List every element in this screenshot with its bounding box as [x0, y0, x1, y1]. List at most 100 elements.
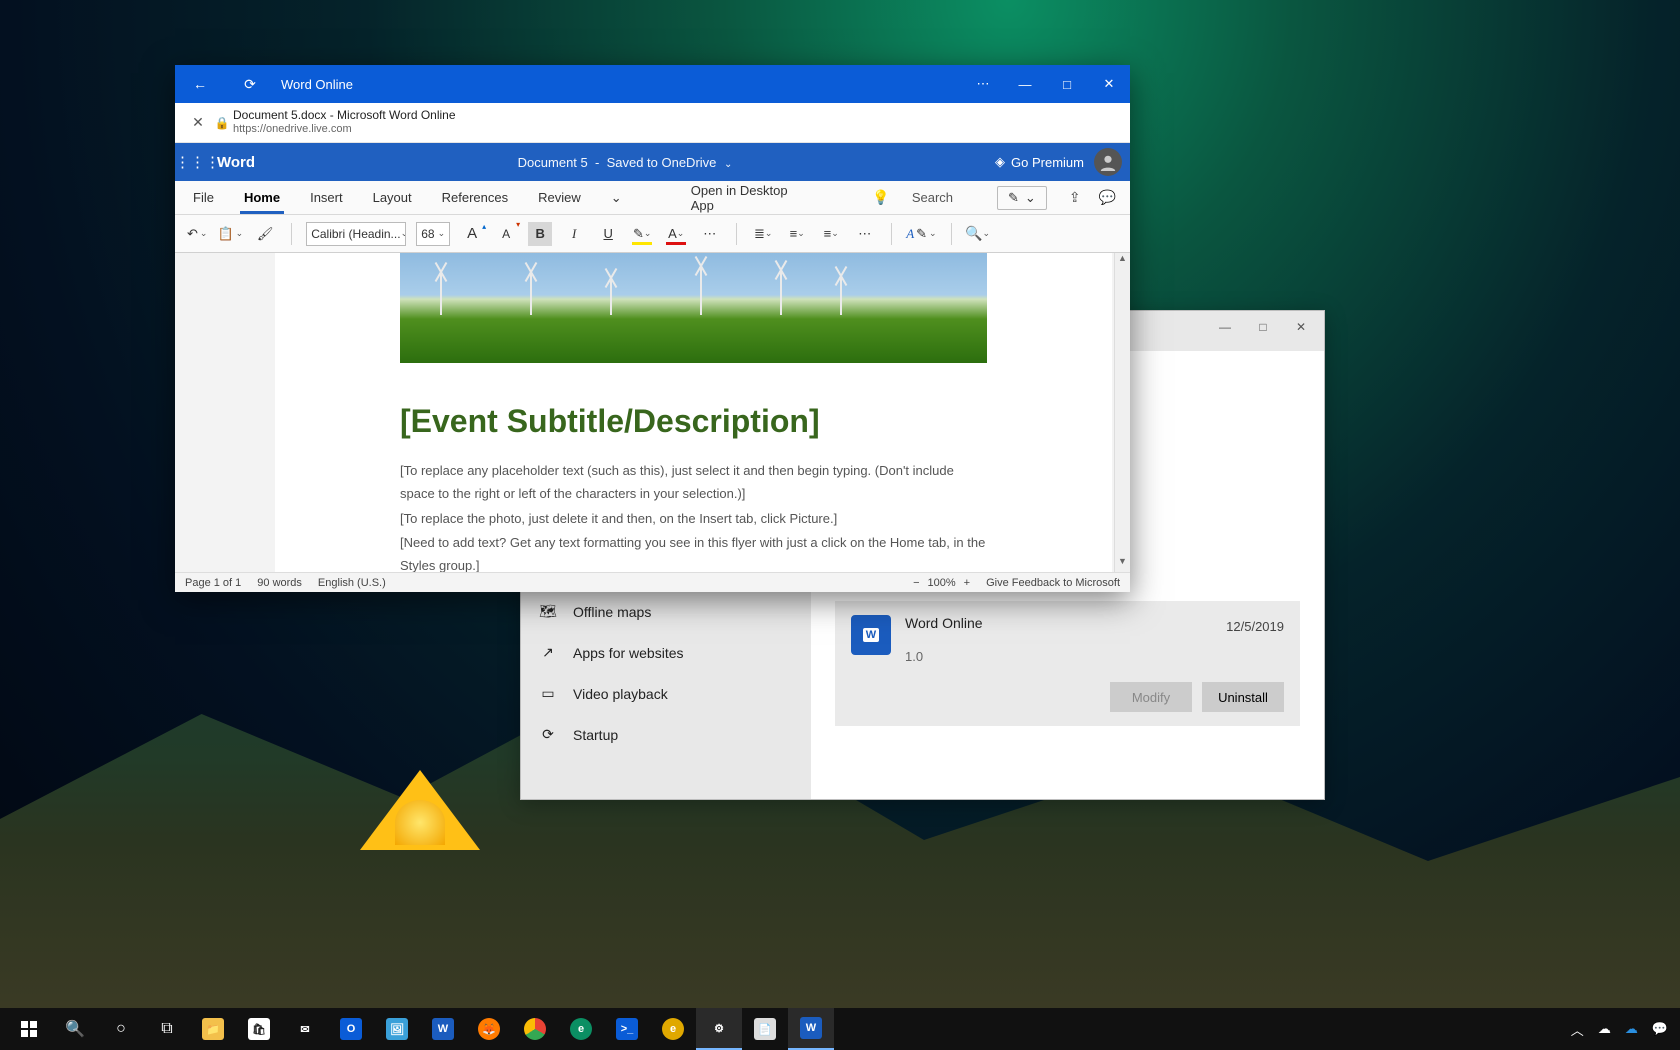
uninstall-button[interactable]: Uninstall	[1202, 682, 1284, 712]
taskbar-explorer[interactable]: 📁	[190, 1008, 236, 1050]
tray-onedrive-icon[interactable]: ☁	[1625, 1021, 1638, 1037]
grow-font-button[interactable]: A▴	[460, 222, 484, 246]
back-button[interactable]: ←	[175, 76, 225, 92]
vertical-scrollbar[interactable]: ▲ ▼	[1114, 253, 1130, 572]
app-launcher-icon[interactable]: ⋮⋮⋮	[175, 153, 213, 171]
tab-close-icon[interactable]: ✕	[185, 114, 211, 131]
font-color-button[interactable]: A⌄	[664, 222, 688, 246]
find-button[interactable]: 🔍⌄	[966, 222, 990, 246]
document-heading[interactable]: [Event Subtitle/Description]	[400, 403, 987, 440]
editing-mode-button[interactable]: ✎⌄	[997, 186, 1047, 210]
document-page[interactable]: [Event Subtitle/Description] [To replace…	[275, 253, 1112, 572]
more-button[interactable]: ⋯	[962, 76, 1004, 92]
document-paragraph[interactable]: [Need to add text? Get any text formatti…	[400, 532, 987, 572]
share-button[interactable]: ⇪	[1069, 189, 1081, 206]
taskbar-firefox[interactable]: 🦊	[466, 1008, 512, 1050]
tray-action-center-icon[interactable]: 💬	[1652, 1021, 1668, 1037]
font-name-select[interactable]: Calibri (Headin...⌄	[306, 222, 406, 246]
task-view-button[interactable]: ⧉	[144, 1008, 190, 1050]
ribbon-toolbar: ↶⌄ 📋⌄ 🖌 Calibri (Headin...⌄ 68⌄ A▴ A▾ B …	[175, 215, 1130, 253]
tab-review[interactable]: Review	[534, 181, 585, 214]
apps-websites-icon: ↗	[539, 644, 557, 661]
taskbar-outlook[interactable]: O	[328, 1008, 374, 1050]
zoom-in-button[interactable]: +	[964, 577, 970, 589]
paste-button[interactable]: 📋⌄	[217, 226, 243, 242]
search-button[interactable]: Search	[912, 190, 953, 205]
chevron-down-icon: ⌄	[724, 159, 732, 170]
settings-maximize-button[interactable]: □	[1244, 313, 1282, 341]
tab-layout[interactable]: Layout	[369, 181, 416, 214]
status-page[interactable]: Page 1 of 1	[185, 577, 241, 589]
sidebar-item-video-playback[interactable]: ▭ Video playback	[521, 673, 811, 714]
tab-insert[interactable]: Insert	[306, 181, 347, 214]
taskbar-mail[interactable]: ✉	[282, 1008, 328, 1050]
taskbar-notepad[interactable]: 📄	[742, 1008, 788, 1050]
page-url: https://onedrive.live.com	[233, 123, 456, 137]
sidebar-item-apps-for-websites[interactable]: ↗ Apps for websites	[521, 632, 811, 673]
word-app-bar: ⋮⋮⋮ Word Document 5 - Saved to OneDrive …	[175, 143, 1130, 181]
format-painter-button[interactable]: 🖌	[253, 222, 277, 246]
sidebar-item-label: Offline maps	[573, 604, 651, 620]
start-button[interactable]	[6, 1008, 52, 1050]
taskbar-settings[interactable]: ⚙	[696, 1008, 742, 1050]
search-button[interactable]: 🔍	[52, 1008, 98, 1050]
settings-close-button[interactable]: ✕	[1282, 313, 1320, 341]
settings-minimize-button[interactable]: —	[1206, 313, 1244, 341]
undo-button[interactable]: ↶⌄	[187, 226, 207, 242]
bold-button[interactable]: B	[528, 222, 552, 246]
taskbar-word[interactable]: W	[420, 1008, 466, 1050]
app-entry-word-online[interactable]: W Word Online 1.0 12/5/2019 Modify Unins…	[835, 601, 1300, 726]
refresh-button[interactable]: ⟳	[225, 76, 275, 93]
tab-more[interactable]: ⌄	[607, 181, 626, 214]
tab-home[interactable]: Home	[240, 181, 284, 214]
taskbar-word-online[interactable]: W	[788, 1008, 834, 1050]
shrink-font-button[interactable]: A▾	[494, 222, 518, 246]
status-words[interactable]: 90 words	[257, 577, 302, 589]
numbering-button[interactable]: ≡⌄	[785, 222, 809, 246]
taskbar-terminal[interactable]: >_	[604, 1008, 650, 1050]
open-desktop-button[interactable]: Open in Desktop App	[687, 181, 812, 214]
document-paragraph[interactable]: [To replace any placeholder text (such a…	[400, 460, 987, 506]
document-hero-image[interactable]	[400, 253, 987, 363]
user-avatar[interactable]	[1094, 148, 1122, 176]
scroll-down-icon[interactable]: ▼	[1115, 556, 1130, 572]
comments-button[interactable]: 💬	[1099, 189, 1116, 206]
document-title[interactable]: Document 5 - Saved to OneDrive ⌄	[255, 155, 995, 170]
cortana-button[interactable]: ○	[98, 1008, 144, 1050]
font-size-select[interactable]: 68⌄	[416, 222, 450, 246]
sidebar-item-offline-maps[interactable]: 🗺 Offline maps	[521, 591, 811, 632]
tray-overflow-icon[interactable]: ︿	[1571, 1020, 1584, 1039]
word-title-bar[interactable]: ← ⟳ Word Online ⋯ — □ ✕	[175, 65, 1130, 103]
italic-button[interactable]: I	[562, 222, 586, 246]
system-tray[interactable]: ︿ ☁ ☁ 💬	[1571, 1020, 1674, 1039]
taskbar-edge-canary[interactable]: e	[650, 1008, 696, 1050]
zoom-out-button[interactable]: −	[913, 577, 919, 589]
go-premium-button[interactable]: ◈ Go Premium	[995, 154, 1084, 170]
document-canvas[interactable]: [Event Subtitle/Description] [To replace…	[175, 253, 1130, 572]
document-paragraph[interactable]: [To replace the photo, just delete it an…	[400, 508, 987, 531]
tray-onedrive-icon[interactable]: ☁	[1598, 1021, 1611, 1037]
styles-button[interactable]: A✎⌄	[906, 226, 936, 242]
taskbar-photos[interactable]: 🖼	[374, 1008, 420, 1050]
taskbar-chrome[interactable]	[512, 1008, 558, 1050]
taskbar-edge-beta[interactable]: e	[558, 1008, 604, 1050]
scroll-up-icon[interactable]: ▲	[1115, 253, 1130, 269]
close-button[interactable]: ✕	[1088, 76, 1130, 92]
bullets-button[interactable]: ≣⌄	[751, 222, 775, 246]
sidebar-item-label: Startup	[573, 727, 618, 743]
feedback-link[interactable]: Give Feedback to Microsoft	[986, 577, 1120, 589]
underline-button[interactable]: U	[596, 222, 620, 246]
status-language[interactable]: English (U.S.)	[318, 577, 386, 589]
word-brand[interactable]: Word	[217, 154, 255, 171]
align-button[interactable]: ≡⌄	[819, 222, 843, 246]
tab-references[interactable]: References	[438, 181, 512, 214]
highlight-button[interactable]: ✎⌄	[630, 222, 654, 246]
status-bar: Page 1 of 1 90 words English (U.S.) − 10…	[175, 572, 1130, 592]
sidebar-item-startup[interactable]: ⟳ Startup	[521, 714, 811, 755]
taskbar-store[interactable]: 🛍	[236, 1008, 282, 1050]
minimize-button[interactable]: —	[1004, 77, 1046, 92]
font-more-button[interactable]: ⋯	[698, 222, 722, 246]
tab-file[interactable]: File	[189, 181, 218, 214]
paragraph-more-button[interactable]: ⋯	[853, 222, 877, 246]
maximize-button[interactable]: □	[1046, 77, 1088, 92]
